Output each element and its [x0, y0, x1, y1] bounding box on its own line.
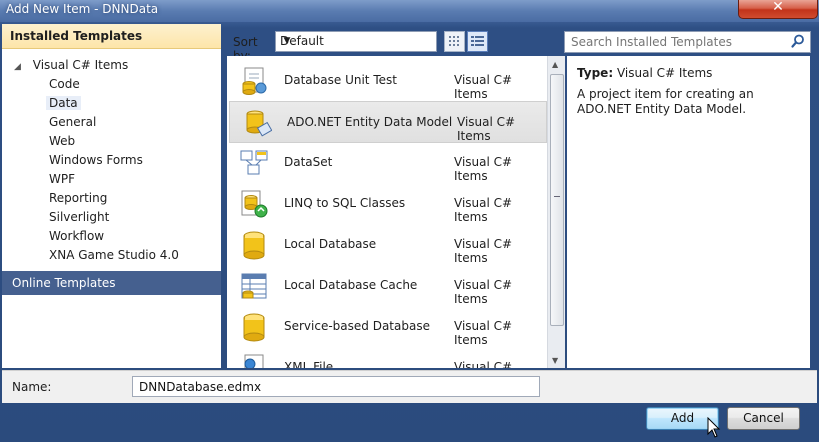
- tree-item[interactable]: WPF: [49, 172, 75, 186]
- template-row[interactable]: Database Unit Test Visual C# Items: [227, 60, 547, 101]
- tree-item[interactable]: Reporting: [49, 191, 107, 205]
- mouse-cursor-icon: [707, 417, 721, 438]
- template-type: Visual C# Items: [454, 196, 513, 224]
- template-name: XML File: [284, 360, 334, 368]
- tree-item[interactable]: Code: [49, 77, 80, 91]
- chevron-down-icon: ▼: [283, 36, 291, 46]
- linq-to-sql-icon: [241, 190, 268, 218]
- template-name: DataSet: [284, 155, 333, 169]
- search-box[interactable]: [564, 31, 811, 53]
- template-row[interactable]: XML File Visual C# Items: [227, 347, 547, 368]
- tree-root-label: Visual C# Items: [32, 58, 129, 72]
- scrollbar-grip: [554, 196, 560, 197]
- close-icon: ✕: [772, 0, 784, 15]
- template-type: Visual C# Items: [454, 73, 513, 101]
- template-row[interactable]: ADO.NET Entity Data Model Visual C# Items: [229, 101, 547, 143]
- dataset-icon: [240, 150, 268, 175]
- template-type: Visual C# Items: [457, 115, 516, 143]
- name-input[interactable]: [137, 379, 536, 395]
- template-type: Visual C# Items: [454, 278, 513, 306]
- tree-item[interactable]: General: [49, 115, 96, 129]
- close-button[interactable]: ✕: [738, 0, 818, 19]
- database-icon: [243, 313, 265, 342]
- tree-root-visual-csharp[interactable]: ◢ Visual C# Items: [14, 58, 128, 72]
- search-input[interactable]: [569, 34, 788, 50]
- template-categories-panel: Installed Templates ◢ Visual C# Items Co…: [2, 24, 221, 368]
- sort-by-select[interactable]: Default ▼: [275, 31, 437, 52]
- dialog-window: Add New Item - DNNData ✕ Installed Templ…: [0, 0, 819, 442]
- template-name: LINQ to SQL Classes: [284, 196, 406, 210]
- name-label: Name:: [12, 380, 52, 394]
- search-icon[interactable]: [790, 33, 806, 49]
- window-title: Add New Item - DNNData: [6, 2, 159, 16]
- template-description: A project item for creating an ADO.NET E…: [577, 87, 754, 116]
- list-view-icon: [471, 36, 484, 46]
- template-row[interactable]: LINQ to SQL Classes Visual C# Items: [227, 183, 547, 224]
- cancel-button[interactable]: Cancel: [727, 407, 800, 430]
- small-icons-view-button[interactable]: [444, 31, 465, 52]
- template-row[interactable]: Local Database Cache Visual C# Items: [227, 265, 547, 306]
- template-type-line: Type: Visual C# Items: [577, 66, 712, 80]
- database-cache-icon: [241, 273, 267, 299]
- template-type: Visual C# Items: [454, 319, 513, 347]
- tree-item[interactable]: Data: [46, 96, 81, 110]
- type-label: Type:: [577, 66, 614, 80]
- expand-arrow-icon[interactable]: ◢: [14, 62, 21, 72]
- template-details-panel: Type: Visual C# Items A project item for…: [567, 56, 810, 368]
- online-templates-header[interactable]: Online Templates: [2, 271, 221, 295]
- template-row[interactable]: DataSet Visual C# Items: [227, 142, 547, 183]
- name-bar: Name:: [2, 370, 817, 403]
- tree-item[interactable]: Web: [49, 134, 75, 148]
- template-list: Database Unit Test Visual C# Items ADO.NET…: [227, 56, 547, 368]
- online-templates-label: Online Templates: [12, 276, 116, 290]
- entity-data-model-icon: [246, 110, 272, 137]
- template-name: Local Database Cache: [284, 278, 418, 292]
- template-type: Visual C# Items: [454, 155, 513, 183]
- template-type: Visual C# Items: [454, 237, 513, 265]
- database-unit-test-icon: [242, 67, 267, 95]
- template-type: Visual C# Items: [454, 360, 513, 368]
- template-name: Service-based Database: [284, 319, 430, 333]
- scroll-up-icon[interactable]: ▲: [552, 60, 558, 69]
- scrollbar-thumb[interactable]: [550, 74, 564, 326]
- tree-item[interactable]: Workflow: [49, 229, 104, 243]
- template-name: ADO.NET Entity Data Model: [287, 115, 453, 129]
- template-row[interactable]: Local Database Visual C# Items: [227, 224, 547, 265]
- template-row[interactable]: Service-based Database Visual C# Items: [227, 306, 547, 347]
- template-name: Database Unit Test: [284, 73, 397, 87]
- scroll-down-icon[interactable]: ▼: [552, 356, 558, 365]
- type-value: Visual C# Items: [616, 66, 713, 80]
- xml-file-icon: [244, 354, 264, 368]
- database-icon: [243, 231, 265, 260]
- installed-templates-header[interactable]: Installed Templates: [2, 24, 221, 49]
- tree-item[interactable]: Silverlight: [49, 210, 109, 224]
- template-list-scrollbar[interactable]: ▲ ▼: [547, 56, 565, 368]
- title-bar[interactable]: Add New Item - DNNData ✕: [0, 0, 819, 22]
- small-icons-view-icon: [449, 36, 459, 46]
- installed-templates-label: Installed Templates: [10, 29, 143, 43]
- tree-item[interactable]: Windows Forms: [49, 153, 143, 167]
- tree-item[interactable]: XNA Game Studio 4.0: [49, 248, 179, 262]
- medium-icons-view-button[interactable]: [467, 31, 488, 52]
- name-field[interactable]: [132, 376, 540, 397]
- template-name: Local Database: [284, 237, 377, 251]
